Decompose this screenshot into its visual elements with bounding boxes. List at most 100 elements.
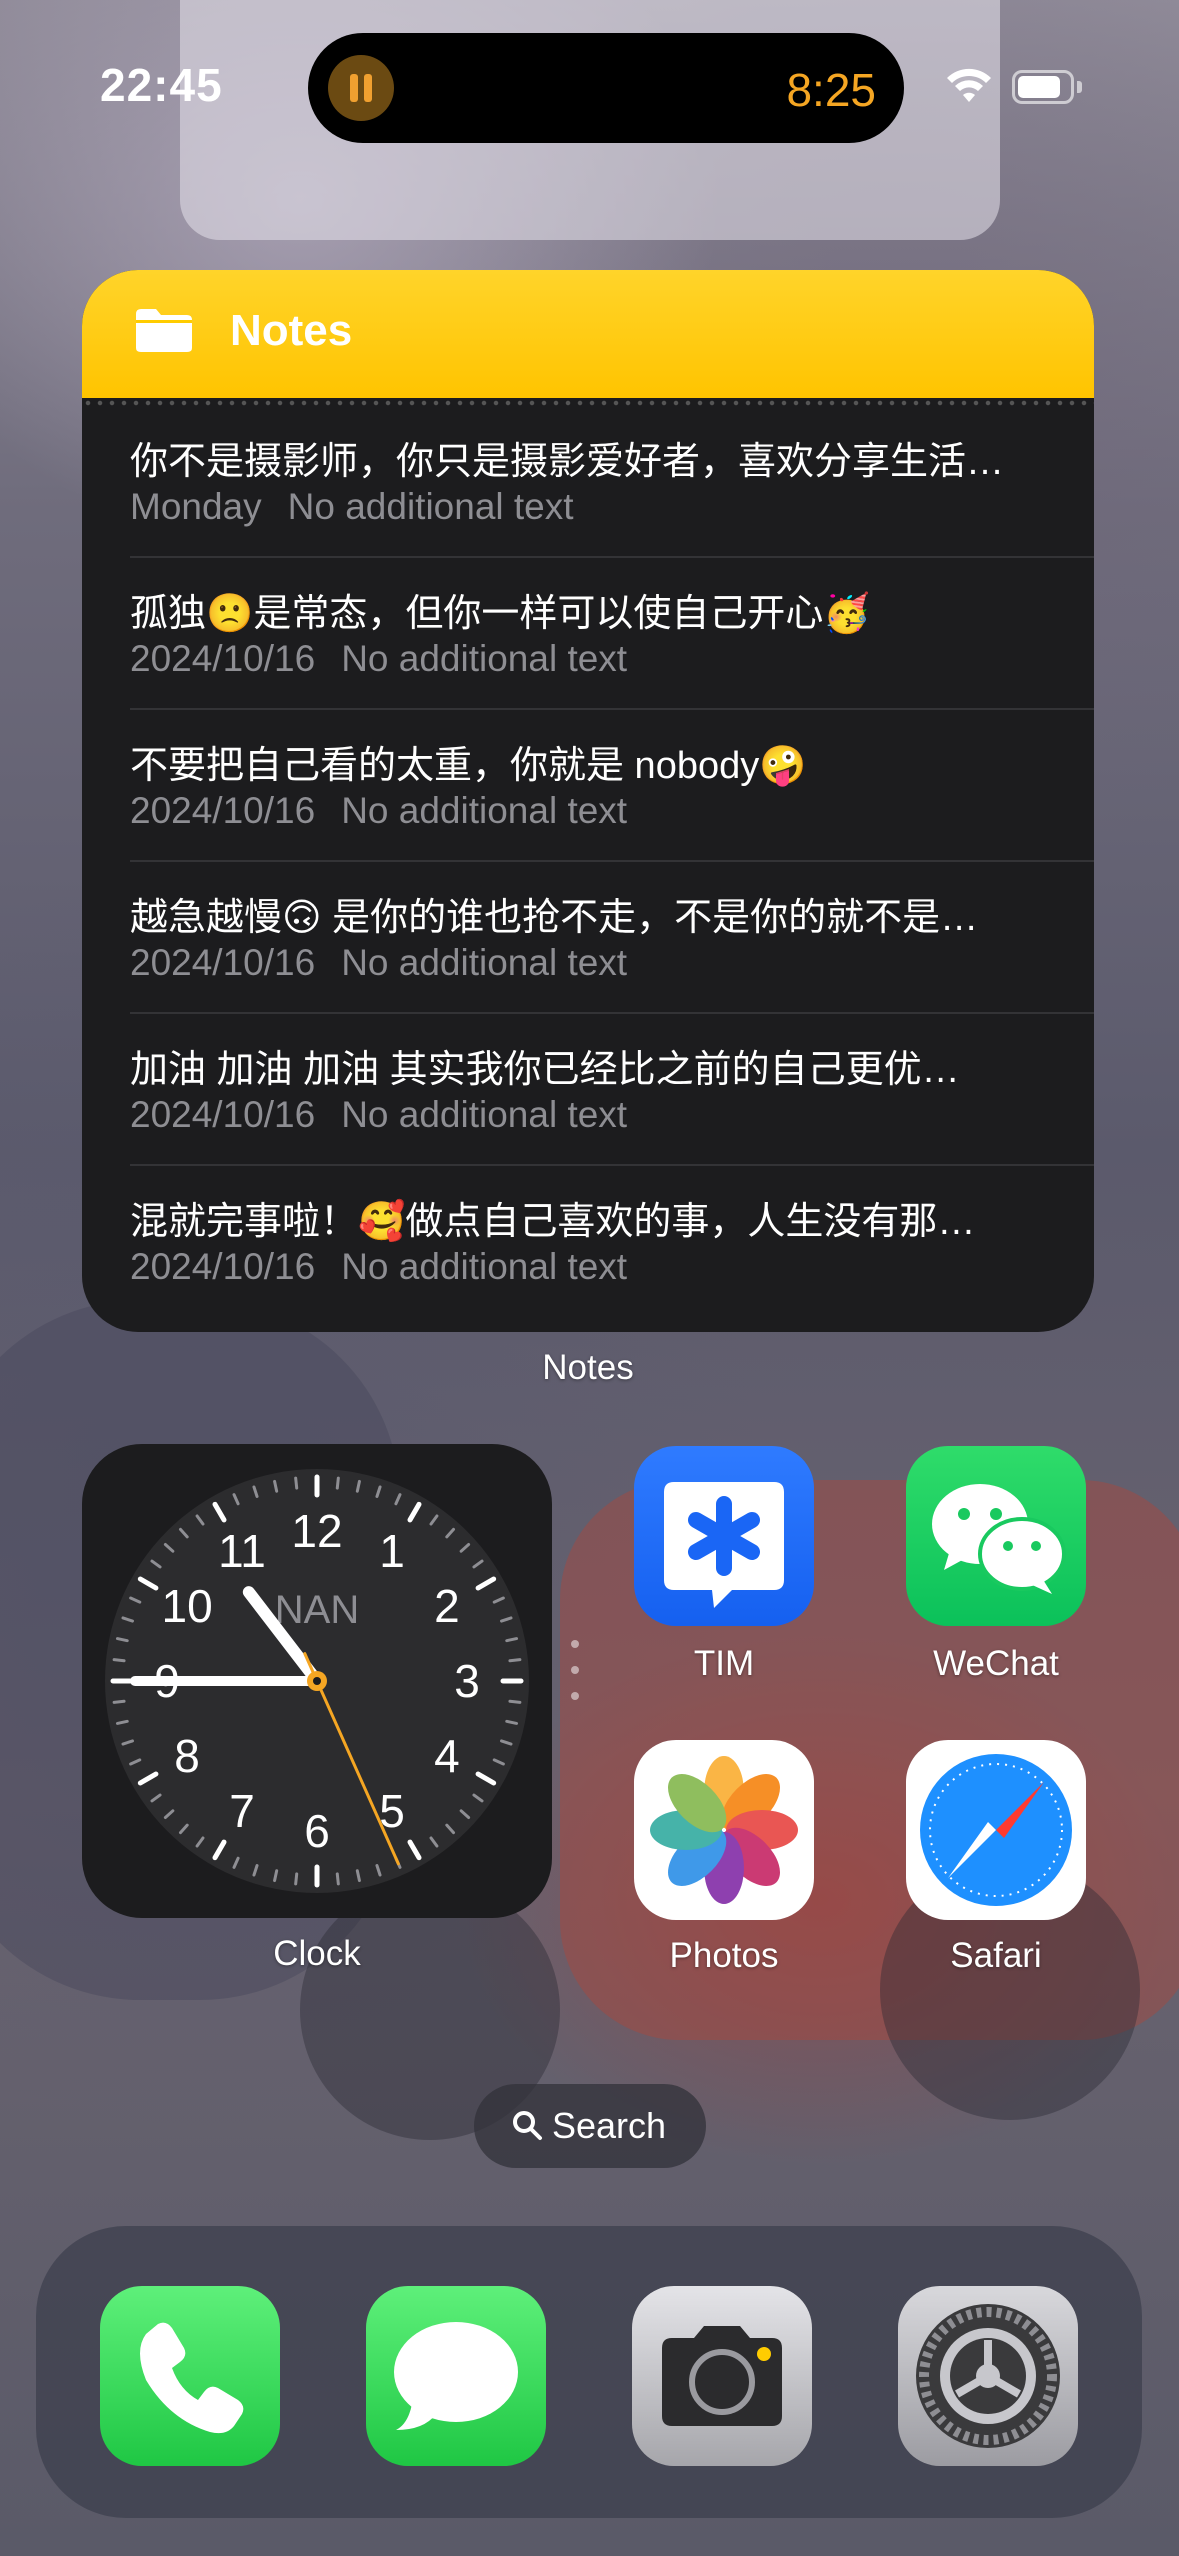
clock-widget[interactable]: 121234567891011NAN (82, 1444, 552, 1918)
clock-number: 12 (291, 1505, 342, 1557)
clock-tick (335, 1476, 340, 1490)
note-item[interactable]: 你不是摄影师，你只是摄影爱好者，喜欢分享生活… Monday No additio… (130, 430, 1050, 582)
app-tim[interactable] (634, 1446, 814, 1626)
note-title: 越急越慢🙃 是你的谁也抢不走，不是你的就不是… (130, 897, 979, 939)
clock-number: 2 (434, 1580, 460, 1632)
app-label-photos: Photos (669, 1936, 779, 1975)
clock-number: 11 (218, 1525, 266, 1577)
note-date: 2024/10/16 (130, 638, 316, 679)
dock-phone[interactable] (100, 2286, 280, 2466)
phone-icon (140, 2322, 244, 2434)
clock-tick (505, 1719, 519, 1725)
note-meta: 2024/10/16 No additional text (130, 790, 627, 832)
note-meta: 2024/10/16 No additional text (130, 942, 627, 984)
note-separator (130, 860, 1094, 862)
note-separator (130, 556, 1094, 558)
clock-tick (115, 1637, 129, 1643)
notes-header: Notes (82, 270, 1094, 398)
dock-settings[interactable] (898, 2286, 1078, 2466)
app-safari[interactable] (906, 1740, 1086, 1920)
note-detail: No additional text (341, 790, 628, 831)
note-separator (130, 708, 1094, 710)
clock-tick (508, 1699, 522, 1704)
clock-tick (294, 1476, 299, 1490)
clock-tick (112, 1658, 126, 1663)
dock (36, 2226, 1142, 2518)
clock-number: 6 (304, 1805, 330, 1857)
clock-tick (273, 1479, 279, 1493)
note-title: 你不是摄影师，你只是摄影爱好者，喜欢分享生活… (130, 441, 1005, 483)
note-date: 2024/10/16 (130, 1246, 316, 1287)
note-detail: No additional text (341, 942, 628, 983)
status-bar: 22:45 8:25 (0, 0, 1179, 150)
note-separator (130, 1164, 1094, 1166)
note-detail: No additional text (341, 1246, 628, 1287)
photos-icon (650, 1756, 798, 1904)
note-detail: No additional text (341, 1094, 628, 1135)
app-label-safari: Safari (950, 1936, 1042, 1975)
app-label-wechat: WeChat (933, 1644, 1059, 1683)
note-item[interactable]: 加油 加油 加油 其实我你已经比之前的自己更优… 2024/10/16 No ad… (130, 1038, 1050, 1190)
clock-tick (115, 1719, 129, 1725)
clock-tick (335, 1872, 340, 1886)
clock-number: 4 (434, 1730, 460, 1782)
notes-widget-label: Notes (542, 1348, 634, 1387)
note-title: 孤独🙁是常态，但你一样可以使自己开心🥳 (130, 593, 871, 635)
note-title: 加油 加油 加油 其实我你已经比之前的自己更优… (130, 1049, 960, 1091)
settings-icon (916, 2304, 1060, 2448)
clock-tick (112, 1699, 126, 1704)
note-item[interactable]: 越急越慢🙃 是你的谁也抢不走，不是你的就不是… 2024/10/16 No add… (130, 886, 1050, 1038)
app-photos[interactable] (634, 1740, 814, 1920)
clock-number: 10 (162, 1580, 213, 1632)
notes-widget-title: Notes (230, 306, 353, 355)
messages-icon (394, 2322, 518, 2430)
clock-city: NAN (275, 1588, 359, 1632)
dock-camera[interactable] (632, 2286, 812, 2466)
wechat-icon (932, 1484, 1066, 1594)
clock-number: 3 (454, 1655, 480, 1707)
clock-tick (273, 1869, 279, 1883)
widget-stack-indicator (571, 1640, 579, 1724)
clock-center-dot (313, 1677, 321, 1685)
note-item[interactable]: 孤独🙁是常态，但你一样可以使自己开心🥳 2024/10/16 No additio… (130, 582, 1050, 734)
note-date: 2024/10/16 (130, 942, 316, 983)
tim-icon (664, 1482, 784, 1608)
wifi-icon (947, 68, 991, 102)
camera-icon (662, 2326, 782, 2426)
pause-icon[interactable] (328, 55, 394, 121)
clock-number: 7 (229, 1785, 255, 1837)
note-meta: 2024/10/16 No additional text (130, 638, 627, 680)
clock-tick (508, 1658, 522, 1663)
note-separator (130, 1012, 1094, 1014)
app-wechat[interactable] (906, 1446, 1086, 1626)
clock-face: 121234567891011NAN (105, 1469, 529, 1893)
note-detail: No additional text (341, 638, 628, 679)
clock-tick (294, 1872, 299, 1886)
note-meta: Monday No additional text (130, 486, 574, 528)
clock-tick (355, 1869, 361, 1883)
search-button[interactable]: Search (474, 2084, 706, 2168)
search-label: Search (552, 2105, 667, 2146)
note-item[interactable]: 混就完事啦！🥰做点自己喜欢的事，人生没有那… 2024/10/16 No addi… (130, 1190, 1050, 1332)
note-meta: 2024/10/16 No additional text (130, 1246, 627, 1288)
note-date: 2024/10/16 (130, 790, 316, 831)
note-meta: 2024/10/16 No additional text (130, 1094, 627, 1136)
note-date: 2024/10/16 (130, 1094, 316, 1135)
status-time: 22:45 (100, 59, 223, 111)
clock-tick (505, 1637, 519, 1643)
dock-messages[interactable] (366, 2286, 546, 2466)
note-detail: No additional text (287, 486, 574, 527)
dynamic-island[interactable]: 8:25 (308, 33, 904, 143)
note-title: 混就完事啦！🥰做点自己喜欢的事，人生没有那… (130, 1201, 976, 1243)
clock-number: 1 (379, 1525, 405, 1577)
battery-icon (1012, 70, 1084, 104)
app-label-tim: TIM (693, 1644, 755, 1683)
notes-widget[interactable]: Notes 你不是摄影师，你只是摄影爱好者，喜欢分享生活… Monday No a… (82, 270, 1094, 1332)
note-title: 不要把自己看的太重，你就是 nobody🤪 (130, 745, 807, 787)
clock-number: 8 (174, 1730, 200, 1782)
folder-icon (136, 309, 192, 352)
note-item[interactable]: 不要把自己看的太重，你就是 nobody🤪 2024/10/16 No addit… (130, 734, 1050, 886)
search-icon (513, 2111, 542, 2140)
island-timer: 8:25 (786, 64, 876, 116)
clock-tick (355, 1479, 361, 1493)
